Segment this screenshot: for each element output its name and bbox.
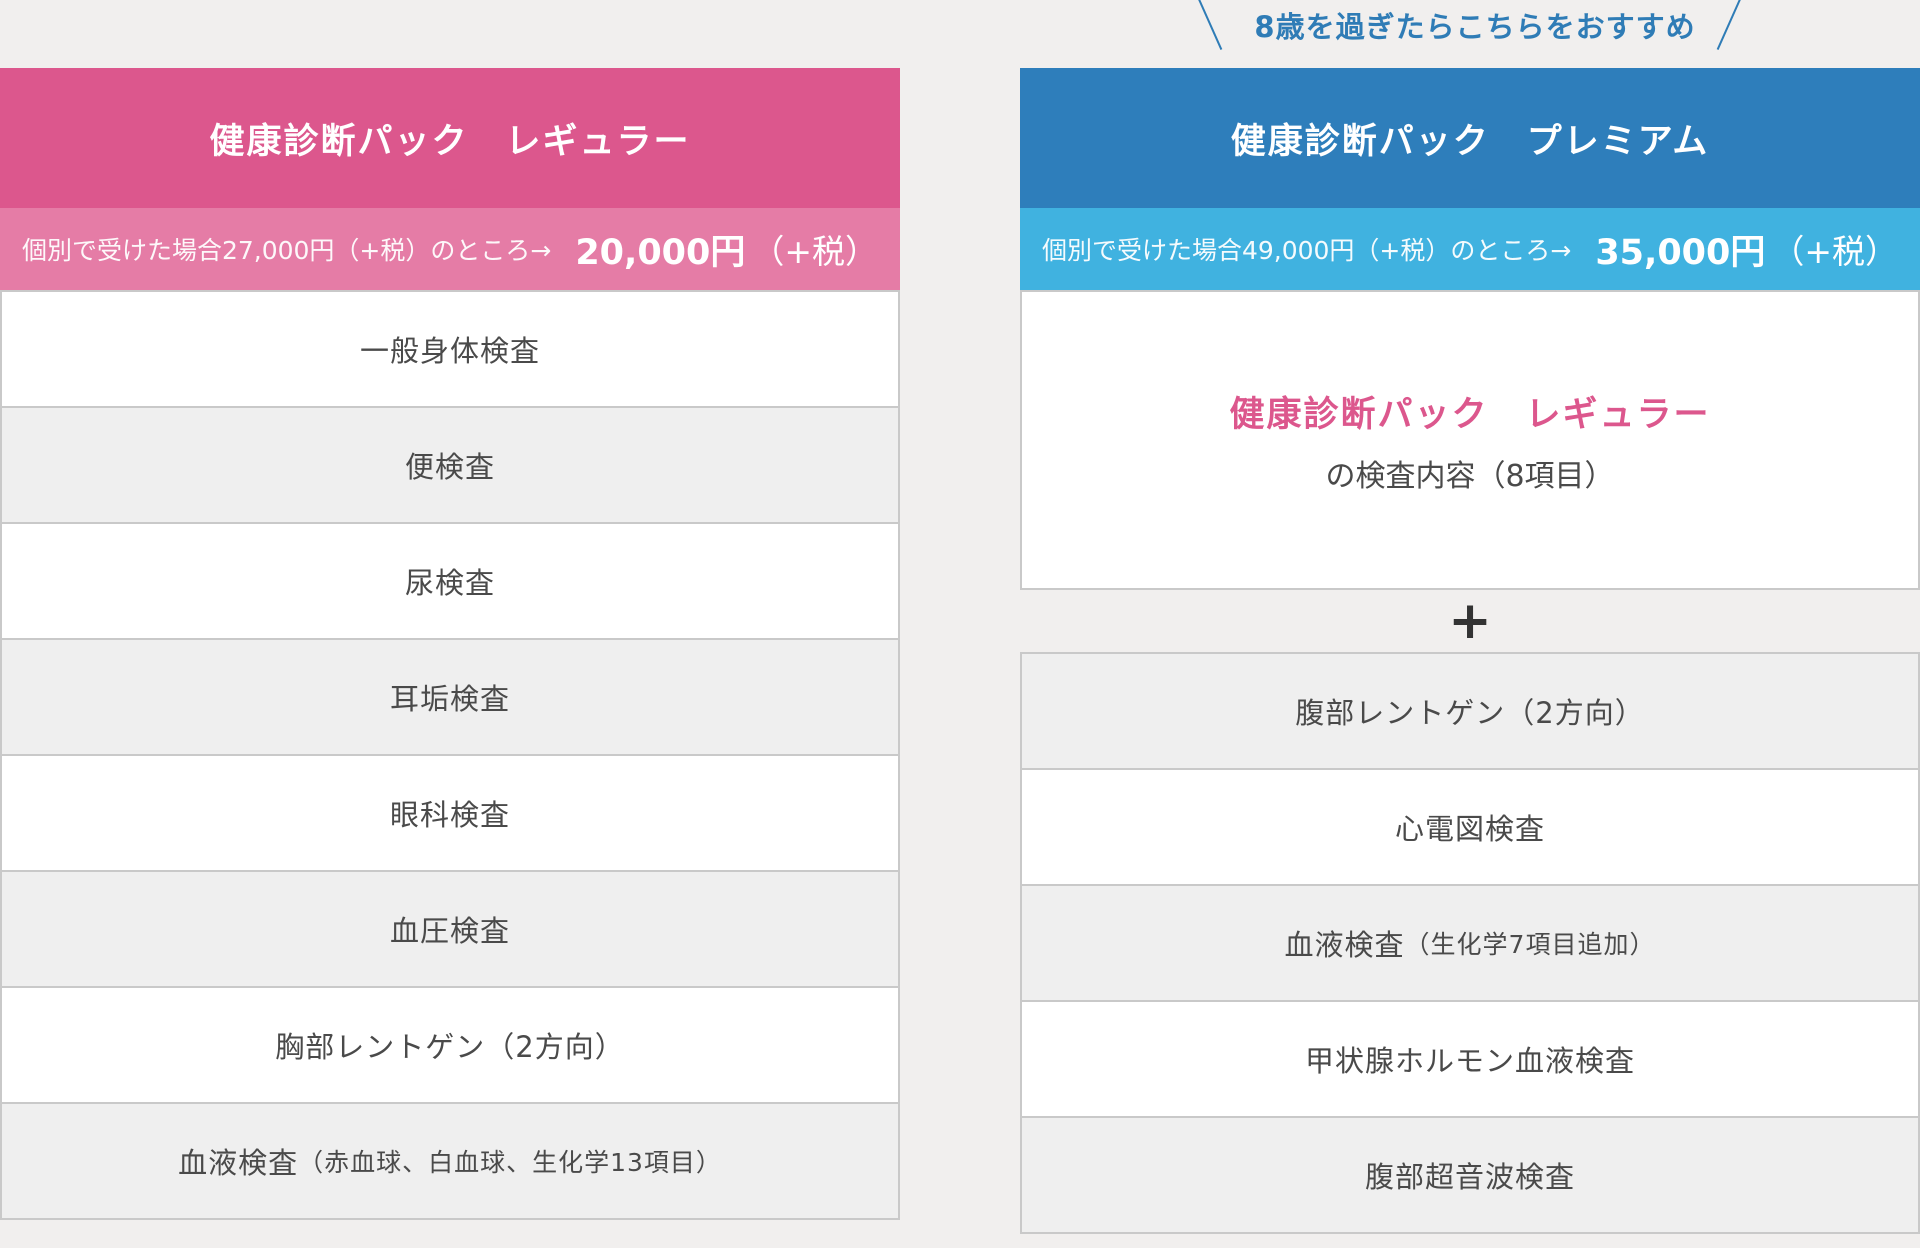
premium-blood-main: 血液検査: [1284, 928, 1405, 962]
premium-item: 腹部レントゲン（2方向）: [1020, 652, 1920, 770]
regular-blood-detail: （赤血球、白血球、生化学13項目）: [298, 1148, 722, 1177]
regular-item: 胸部レントゲン（2方向）: [0, 986, 900, 1104]
regular-item: 血圧検査: [0, 870, 900, 988]
premium-price-note: 個別で受けた場合49,000円（+税）のところ→: [1041, 236, 1572, 265]
premium-price-amount: 35,000円: [1595, 232, 1766, 273]
premium-blood-detail: （生化学7項目追加）: [1404, 930, 1656, 959]
premium-summary-title: 健康診断パック レギュラー: [1229, 394, 1711, 435]
premium-items-list: 腹部レントゲン（2方向） 心電図検査 血液検査 （生化学7項目追加） 甲状腺ホル…: [1020, 652, 1920, 1234]
premium-item: 心電図検査: [1020, 768, 1920, 886]
regular-pack-title: 健康診断パック レギュラー: [0, 68, 900, 208]
premium-pack: 健康診断パック プレミアム 個別で受けた場合49,000円（+税）のところ→ 3…: [1020, 68, 1920, 1234]
regular-pack-price: 個別で受けた場合27,000円（+税）のところ→ 20,000円 （+税）: [0, 208, 900, 290]
regular-item: 尿検査: [0, 522, 900, 640]
regular-blood-main: 血液検査: [178, 1146, 299, 1180]
premium-pack-price: 個別で受けた場合49,000円（+税）のところ→ 35,000円 （+税）: [1020, 208, 1920, 290]
regular-items-list: 一般身体検査 便検査 尿検査 耳垢検査 眼科検査 血圧検査 胸部レントゲン（2方…: [0, 290, 900, 1220]
regular-price-tax: （+税）: [751, 232, 879, 271]
regular-price-note: 個別で受けた場合27,000円（+税）のところ→: [21, 236, 552, 265]
premium-price-tax: （+税）: [1771, 232, 1899, 271]
regular-item: 便検査: [0, 406, 900, 524]
regular-price-amount: 20,000円: [575, 232, 746, 273]
plus-icon: +: [1448, 591, 1492, 651]
regular-pack: 健康診断パック レギュラー 個別で受けた場合27,000円（+税）のところ→ 2…: [0, 68, 900, 1220]
regular-item: 耳垢検査: [0, 638, 900, 756]
premium-includes-regular: 健康診断パック レギュラー の検査内容（8項目）: [1020, 290, 1920, 590]
regular-item-blood: 血液検査 （赤血球、白血球、生化学13項目）: [0, 1102, 900, 1220]
recommend-text: 8歳を過ぎたらこちらをおすすめ: [1254, 10, 1696, 44]
regular-item: 一般身体検査: [0, 290, 900, 408]
premium-item: 甲状腺ホルモン血液検査: [1020, 1000, 1920, 1118]
premium-item-blood: 血液検査 （生化学7項目追加）: [1020, 884, 1920, 1002]
premium-item: 腹部超音波検査: [1020, 1116, 1920, 1234]
regular-item: 眼科検査: [0, 754, 900, 872]
premium-summary-sub: の検査内容（8項目）: [1325, 458, 1615, 494]
premium-pack-title: 健康診断パック プレミアム: [1020, 68, 1920, 208]
recommend-banner: 8歳を過ぎたらこちらをおすすめ: [1180, 0, 1770, 56]
